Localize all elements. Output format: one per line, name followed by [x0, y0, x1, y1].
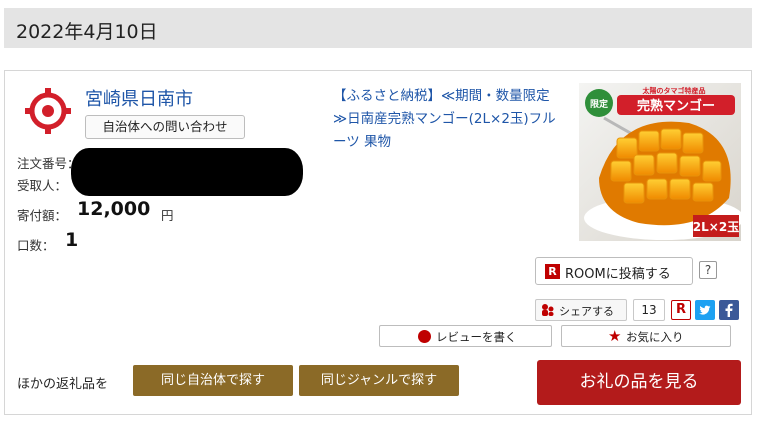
favorite-button[interactable]: ★ お気に入り: [561, 325, 731, 347]
badge-limited-text: 限定: [590, 98, 609, 110]
mango-image: 限定 太陽のタマゴ特産品 完熟マンゴー 2L×2玉: [579, 83, 741, 241]
date-header: 2022年4月10日: [4, 8, 752, 48]
recipient-label: 受取人：: [17, 178, 68, 193]
room-post-button[interactable]: R ROOMに投稿する: [535, 257, 693, 285]
order-card: 宮崎県日南市 自治体への問い合わせ 注文番号： 受取人： 寄付額： 12,000…: [4, 70, 752, 415]
image-size-text: 2L×2玉: [693, 220, 739, 234]
municipality-link[interactable]: 宮崎県日南市: [85, 85, 193, 111]
help-icon[interactable]: ?: [699, 261, 717, 279]
favorite-label: お気に入り: [626, 330, 684, 344]
facebook-f-icon: [725, 303, 733, 317]
share-label: シェアする: [559, 305, 614, 318]
image-top-text: 太陽のタマゴ特産品: [643, 86, 706, 95]
donation-amount-label: 寄付額：: [17, 208, 68, 223]
twitter-bird-icon: [699, 305, 711, 315]
rakuten-room-icon: R: [545, 264, 560, 279]
facebook-icon[interactable]: [719, 300, 739, 320]
share-people-icon: [542, 304, 554, 316]
write-review-label: レビューを書く: [436, 330, 517, 344]
image-title-text: 完熟マンゴー: [637, 98, 715, 114]
quantity-value: 1: [65, 229, 79, 251]
write-review-button[interactable]: レビューを書く: [379, 325, 552, 347]
twitter-icon[interactable]: [695, 300, 715, 320]
share-button[interactable]: シェアする: [535, 299, 627, 321]
quantity-label: 口数：: [17, 238, 55, 253]
donation-amount-unit: 円: [161, 208, 174, 223]
review-bubble-icon: [418, 330, 431, 343]
contact-municipality-button[interactable]: 自治体への問い合わせ: [85, 115, 245, 139]
product-title-link[interactable]: 【ふるさと納税】≪期間・数量限定≫日南産完熟マンゴー(2L×2玉)フルーツ 果物: [333, 85, 561, 154]
product-image[interactable]: 限定 太陽のタマゴ特産品 完熟マンゴー 2L×2玉: [579, 83, 741, 241]
same-genre-button[interactable]: 同じジャンルで探す: [299, 365, 459, 396]
same-municipality-button[interactable]: 同じ自治体で探す: [133, 365, 293, 396]
order-date: 2022年4月10日: [16, 21, 158, 43]
redacted-info: [71, 148, 303, 196]
star-icon: ★: [608, 327, 622, 345]
view-item-button[interactable]: お礼の品を見る: [537, 360, 741, 405]
room-post-label: ROOMに投稿する: [565, 267, 671, 282]
other-items-label: ほかの返礼品を: [17, 377, 109, 392]
city-emblem-icon: [25, 88, 71, 134]
donation-amount-value: 12,000: [77, 198, 151, 220]
share-count: 13: [633, 299, 665, 321]
rakuten-share-icon[interactable]: R: [671, 300, 691, 320]
